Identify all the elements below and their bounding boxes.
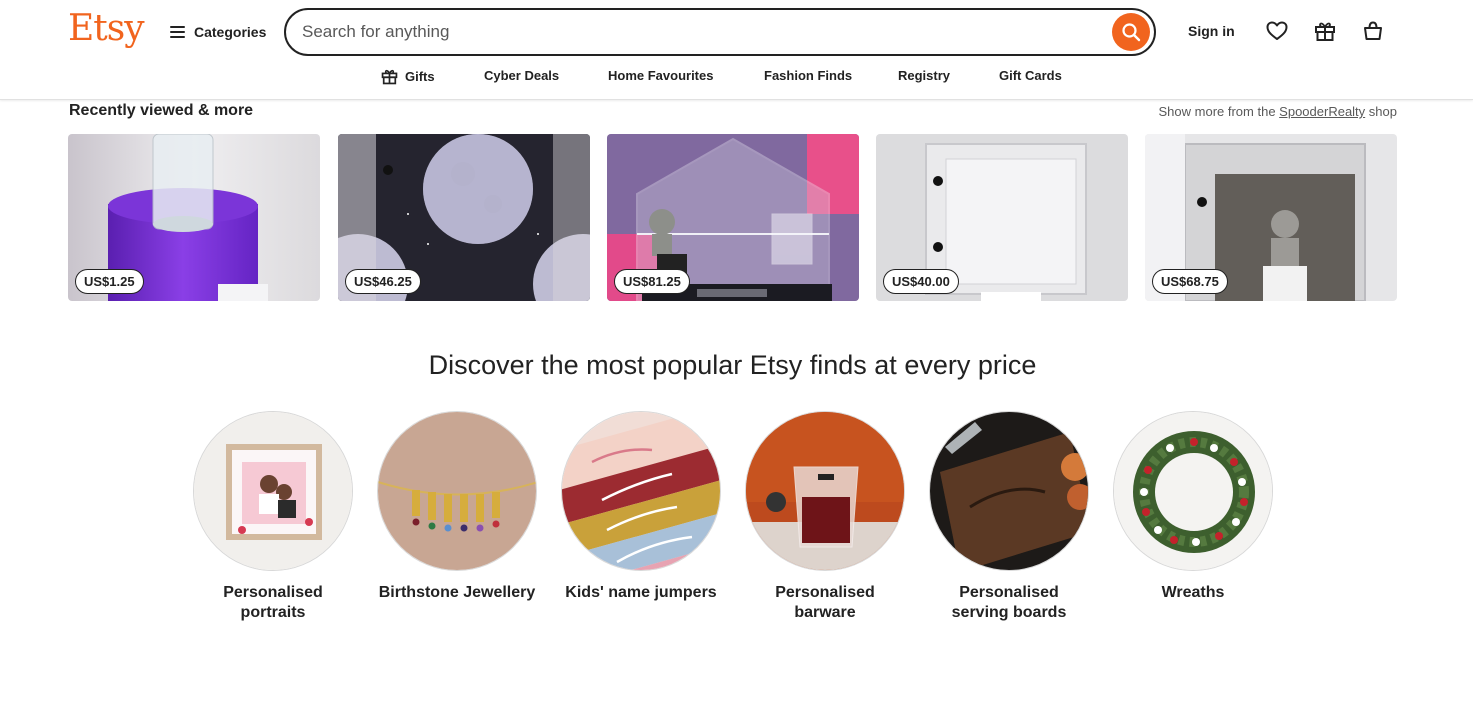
category-circle-barware[interactable]: Personalised barware (733, 411, 917, 623)
show-more-shop: Show more from the SpooderRealty shop (1159, 104, 1398, 119)
sign-in-link[interactable]: Sign in (1188, 23, 1235, 39)
nav-item-cyber-deals[interactable]: Cyber Deals (484, 68, 559, 83)
search-input[interactable] (302, 10, 1092, 54)
nav-item-label: Gift Cards (999, 68, 1062, 83)
category-label: Personalised barware (775, 584, 875, 621)
search-icon (1122, 23, 1141, 42)
show-more-prefix: Show more from the (1158, 104, 1276, 119)
favorites-button[interactable] (1265, 19, 1289, 43)
price-badge: US$1.25 (75, 269, 144, 294)
price-badge: US$46.25 (345, 269, 421, 294)
nav-item-label: Gifts (405, 69, 435, 84)
nav-item-gifts[interactable]: Gifts (381, 68, 435, 85)
recently-viewed-card[interactable]: US$81.25 (607, 134, 859, 301)
price-badge: US$81.25 (614, 269, 690, 294)
category-image (929, 411, 1089, 571)
category-circle-birthstone[interactable]: Birthstone Jewellery (365, 411, 549, 603)
category-image (745, 411, 905, 571)
gift-mode-button[interactable] (1313, 19, 1337, 43)
category-nav: Gifts Cyber Deals Home Favourites Fashio… (0, 68, 1473, 88)
shop-link[interactable]: SpooderRealty (1279, 104, 1365, 119)
recently-viewed-card[interactable]: US$68.75 (1145, 134, 1397, 301)
price-badge: US$40.00 (883, 269, 959, 294)
category-circle-portraits[interactable]: Personalised portraits (181, 411, 365, 623)
categories-button[interactable]: Categories (170, 21, 266, 43)
category-circle-serving-boards[interactable]: Personalised serving boards (917, 411, 1101, 623)
discover-title: Discover the most popular Etsy finds at … (428, 350, 1037, 380)
categories-label: Categories (194, 24, 267, 40)
category-label: Wreaths (1161, 584, 1225, 601)
cart-icon (1364, 21, 1382, 40)
category-image (193, 411, 353, 571)
category-image (561, 411, 721, 571)
search-bar (284, 8, 1156, 56)
gift-icon (1315, 22, 1335, 41)
nav-item-registry[interactable]: Registry (898, 68, 950, 83)
nav-item-home-favourites[interactable]: Home Favourites (608, 68, 713, 83)
recently-viewed-title: Recently viewed & more (69, 102, 254, 119)
search-button[interactable] (1112, 13, 1150, 51)
category-image (1113, 411, 1273, 571)
category-label: Personalised serving boards (951, 584, 1067, 621)
nav-item-label: Cyber Deals (484, 68, 560, 83)
gift-icon (381, 69, 398, 85)
recently-viewed-card[interactable]: US$1.25 (68, 134, 320, 301)
recently-viewed-card[interactable]: US$40.00 (876, 134, 1128, 301)
nav-item-gift-cards[interactable]: Gift Cards (999, 68, 1062, 83)
etsy-logo[interactable]: Etsy (68, 8, 145, 49)
site-header: Etsy Categories Sign in (0, 0, 1473, 100)
category-image (377, 411, 537, 571)
price-badge: US$68.75 (1152, 269, 1228, 294)
category-circle-kids-jumpers[interactable]: Kids' name jumpers (549, 411, 733, 603)
nav-item-fashion-finds[interactable]: Fashion Finds (764, 68, 852, 83)
heart-icon (1266, 21, 1288, 40)
nav-item-label: Fashion Finds (764, 68, 853, 83)
cart-button[interactable] (1361, 19, 1385, 43)
recently-viewed-card[interactable]: US$46.25 (338, 134, 590, 301)
category-label: Personalised portraits (223, 584, 323, 621)
category-label: Birthstone Jewellery (378, 584, 536, 601)
hamburger-icon (170, 26, 186, 38)
category-circle-wreaths[interactable]: Wreaths (1101, 411, 1285, 603)
show-more-suffix: shop (1368, 104, 1397, 119)
category-label: Kids' name jumpers (565, 584, 717, 601)
nav-item-label: Home Favourites (608, 68, 714, 83)
nav-item-label: Registry (898, 68, 951, 83)
